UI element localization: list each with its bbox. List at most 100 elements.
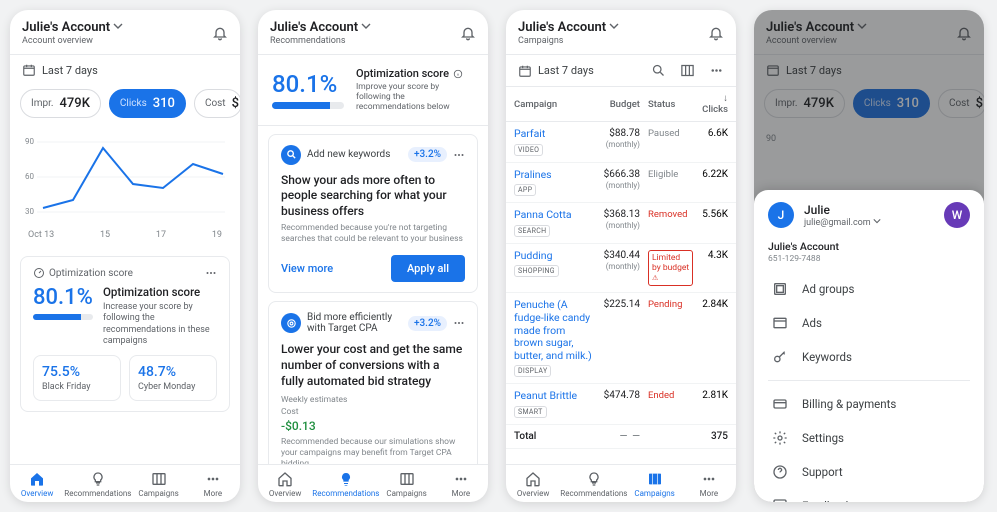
user-email-dropdown[interactable]: julie@gmail.com [804,217,881,228]
info-icon[interactable] [453,69,463,79]
notifications-icon[interactable] [212,25,228,41]
target-icon [281,313,301,333]
nav-more[interactable]: More [682,471,736,498]
account-switcher[interactable]: Julie's Account Account overview [22,20,123,46]
notifications-icon[interactable] [708,25,724,41]
campaign-name[interactable]: Pralines [514,169,596,182]
budget-cell: $368.13(monthly) [600,203,644,244]
score-description: Optimization score Increase your score b… [103,285,217,347]
menu-ad-groups[interactable]: Ad groups [768,272,970,306]
campaign-name[interactable]: Panna Cotta [514,209,596,222]
avatar[interactable]: J [768,202,794,228]
table-row[interactable]: Pudding SHOPPING $340.44(monthly) Limite… [506,243,736,293]
view-more-link[interactable]: View more [281,262,333,275]
bottom-nav: Overview Recommendations Campaigns More [506,464,736,502]
date-range-label: Last 7 days [42,64,98,77]
clicks-cell: 5.56K [697,203,736,244]
nav-campaigns[interactable]: Campaigns [627,471,681,498]
nav-recommendations[interactable]: Recommendations [64,471,131,498]
screen-campaigns: Julie's Account Campaigns Last 7 days Ca… [506,10,736,502]
columns-icon[interactable] [680,63,695,78]
date-range-picker[interactable]: Last 7 days [518,64,594,78]
col-campaign[interactable]: Campaign [506,87,600,122]
chart-svg: 90 60 30 [22,134,228,224]
clicks-cell: 4.3K [697,243,736,293]
budget-cell: $88.78(monthly) [600,122,644,163]
optimization-score-card: Optimization score 80.1% Optimization sc… [20,256,230,412]
search-icon [281,145,301,165]
nav-more[interactable]: More [186,471,240,498]
campaign-name[interactable]: Peanut Brittle [514,390,596,403]
more-icon[interactable] [205,267,217,279]
nav-campaigns[interactable]: Campaigns [131,471,185,498]
account-name: Julie's Account [22,20,110,35]
screen-more-drawer: Julie's Account Account overview Last 7 … [754,10,984,502]
other-account-avatar[interactable]: W [944,202,970,228]
calendar-icon [22,63,36,77]
screen-overview: Julie's Account Account overview Last 7 … [10,10,240,502]
recommendation-card-target-cpa: Bid more efficiently with Target CPA +3.… [268,301,478,464]
account-switcher[interactable]: Julie's Account Campaigns [518,20,619,46]
nav-recommendations[interactable]: Recommendations [560,471,627,498]
campaign-type-badge: DISPLAY [514,365,551,377]
nav-campaigns[interactable]: Campaigns [379,471,433,498]
more-horizontal-icon [701,471,717,487]
date-range-picker[interactable]: Last 7 days [10,55,240,85]
svg-text:60: 60 [25,172,34,181]
help-icon [772,464,788,480]
pill-clicks[interactable]: Clicks 310 [109,89,186,118]
home-icon [525,471,541,487]
pill-impressions[interactable]: Impr. 479K [20,89,101,118]
table-row[interactable]: Parfait VIDEO $88.78(monthly) Paused 6.6… [506,122,736,163]
search-icon[interactable] [651,63,666,78]
campaign-card-2[interactable]: 48.7% Cyber Monday [129,355,217,401]
nav-overview[interactable]: Overview [506,471,560,498]
chevron-down-icon [873,217,881,225]
nav-recommendations[interactable]: Recommendations [312,471,379,498]
col-status[interactable]: Status [644,87,697,122]
campaign-type-badge: SEARCH [514,225,550,237]
budget-cell: $225.14 [600,293,644,384]
status-cell: Ended [644,384,697,425]
account-block[interactable]: Julie's Account 651-129-7488 [768,240,970,264]
status-cell: Pending [644,293,697,384]
nav-more[interactable]: More [434,471,488,498]
nav-overview[interactable]: Overview [258,471,312,498]
pill-cost[interactable]: Cost $ [194,89,240,118]
menu-keywords[interactable]: Keywords [768,340,970,374]
table-row[interactable]: Panna Cotta SEARCH $368.13(monthly) Remo… [506,203,736,244]
chevron-down-icon [361,21,371,31]
campaign-card-1[interactable]: 75.5% Black Friday [33,355,121,401]
user-name: Julie [804,203,881,217]
nav-overview[interactable]: Overview [10,471,64,498]
table-row[interactable]: Peanut Brittle SMART $474.78 Ended 2.81K [506,384,736,425]
col-clicks[interactable]: ↓ Clicks [697,87,736,122]
notifications-icon[interactable] [460,25,476,41]
menu-feedback[interactable]: Feedback [768,489,970,502]
account-switcher[interactable]: Julie's Account Recommendations [270,20,371,46]
campaign-name[interactable]: Penuche (A fudge-like candy made from br… [514,299,596,362]
more-icon[interactable] [709,63,724,78]
card-title: Optimization score [49,268,133,279]
menu-billing[interactable]: Billing & payments [768,387,970,421]
campaign-name[interactable]: Pudding [514,250,596,263]
campaigns-icon [151,471,167,487]
clicks-cell: 2.84K [697,293,736,384]
campaigns-table: Campaign Budget Status ↓ Clicks Parfait … [506,87,736,449]
more-icon[interactable] [453,317,465,329]
menu-settings[interactable]: Settings [768,421,970,455]
menu-ads[interactable]: Ads [768,306,970,340]
header: Julie's Account Account overview [10,10,240,54]
more-icon[interactable] [453,149,465,161]
table-row[interactable]: Penuche (A fudge-like candy made from br… [506,293,736,384]
more-drawer: J Julie julie@gmail.com W Julie's Accoun… [754,190,984,502]
campaign-type-badge: SMART [514,406,547,418]
apply-all-button[interactable]: Apply all [391,255,465,282]
campaign-name[interactable]: Parfait [514,128,596,141]
header: Julie's Account Recommendations [258,10,488,54]
col-budget[interactable]: Budget [600,87,644,122]
more-horizontal-icon [453,471,469,487]
menu-support[interactable]: Support [768,455,970,489]
status-cell: Paused [644,122,697,163]
table-row[interactable]: Pralines APP $666.38(monthly) Eligible 6… [506,162,736,203]
